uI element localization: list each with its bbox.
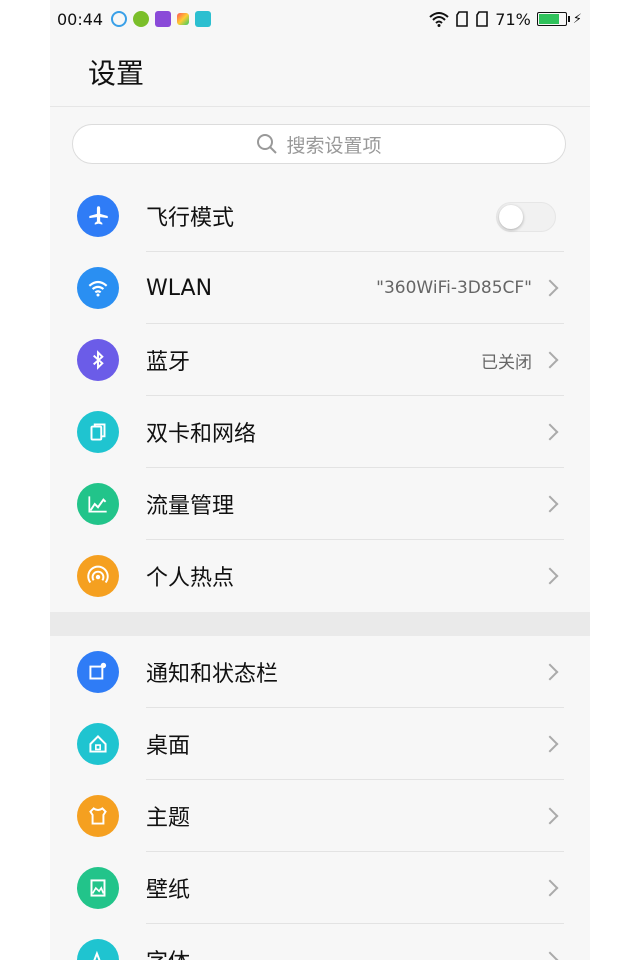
battery-percent: 71% xyxy=(495,9,531,29)
settings-row-label: 壁纸 xyxy=(146,878,191,903)
section-divider xyxy=(50,612,590,636)
page-title: 设置 xyxy=(88,57,145,90)
chevron-right-icon xyxy=(541,663,559,681)
app-green-icon xyxy=(133,11,150,27)
settings-screen: 00:44 71% ⚡ 设置 搜索设置项 飞行模式 WLAN "360WiFi-… xyxy=(50,0,590,960)
battery-icon xyxy=(536,12,570,26)
chevron-right-icon xyxy=(541,495,559,513)
chevron-right-icon xyxy=(541,279,559,297)
header-divider xyxy=(50,106,590,107)
status-time: 00:44 xyxy=(57,9,104,29)
settings-row-label: 个人热点 xyxy=(146,566,235,591)
font-icon xyxy=(77,939,119,960)
settings-row-label: 字体 xyxy=(146,944,190,960)
app-purple-icon xyxy=(155,11,172,27)
settings-row-value: 已关闭 xyxy=(481,352,532,373)
settings-row[interactable]: 字体 xyxy=(50,924,590,960)
notification-icon xyxy=(77,651,119,693)
hotspot-icon xyxy=(77,555,119,597)
settings-row[interactable]: WLAN "360WiFi-3D85CF" xyxy=(50,252,590,324)
airplane-icon xyxy=(77,195,119,237)
sim-icon xyxy=(77,411,119,453)
charging-icon: ⚡ xyxy=(572,11,582,27)
sim2-icon xyxy=(476,11,489,27)
settings-row[interactable]: 双卡和网络 xyxy=(50,396,590,468)
settings-row-label: 主题 xyxy=(146,806,191,831)
status-bar: 00:44 71% ⚡ xyxy=(50,0,590,38)
theme-icon xyxy=(77,795,119,837)
settings-row[interactable]: 流量管理 xyxy=(50,468,590,540)
settings-row-label: WLAN xyxy=(146,275,213,301)
home-icon xyxy=(77,723,119,765)
qq-icon xyxy=(111,11,128,27)
settings-row[interactable]: 桌面 xyxy=(50,708,590,780)
settings-row-label: 桌面 xyxy=(146,734,191,759)
toggle-knob xyxy=(499,205,523,229)
settings-row-label: 飞行模式 xyxy=(146,206,235,231)
search-input[interactable]: 搜索设置项 xyxy=(72,124,566,164)
chevron-right-icon xyxy=(541,951,559,960)
settings-row[interactable]: 个人热点 xyxy=(50,540,590,612)
wallpaper-icon xyxy=(77,867,119,909)
settings-row[interactable]: 通知和状态栏 xyxy=(50,636,590,708)
settings-group-network: 飞行模式 WLAN "360WiFi-3D85CF" 蓝牙 已关闭双卡和网络流量管理个人… xyxy=(50,180,590,612)
wifi-icon xyxy=(77,267,119,309)
settings-row-value: "360WiFi-3D85CF" xyxy=(376,278,532,298)
settings-row-label: 蓝牙 xyxy=(146,350,191,375)
settings-row-label: 双卡和网络 xyxy=(146,422,257,447)
settings-row-label: 流量管理 xyxy=(146,494,235,519)
app-colorful-icon xyxy=(177,13,190,25)
chevron-right-icon xyxy=(541,423,559,441)
bluetooth-icon xyxy=(77,339,119,381)
chevron-right-icon xyxy=(541,879,559,897)
airplane-mode-toggle[interactable] xyxy=(496,202,556,232)
chevron-right-icon xyxy=(541,735,559,753)
chevron-right-icon xyxy=(541,807,559,825)
data-usage-icon xyxy=(77,483,119,525)
settings-row[interactable]: 蓝牙 已关闭 xyxy=(50,324,590,396)
search-placeholder: 搜索设置项 xyxy=(286,134,382,157)
chevron-right-icon xyxy=(541,567,559,585)
settings-row[interactable]: 壁纸 xyxy=(50,852,590,924)
usb-icon xyxy=(195,11,212,27)
sim1-icon xyxy=(456,11,469,27)
settings-row[interactable]: 飞行模式 xyxy=(50,180,590,252)
search-icon xyxy=(257,134,278,154)
settings-group-display: 通知和状态栏桌面主题壁纸字体 xyxy=(50,636,590,960)
chevron-right-icon xyxy=(541,351,559,369)
wifi-status-icon xyxy=(429,12,449,27)
settings-row-label: 通知和状态栏 xyxy=(146,662,279,687)
settings-row[interactable]: 主题 xyxy=(50,780,590,852)
